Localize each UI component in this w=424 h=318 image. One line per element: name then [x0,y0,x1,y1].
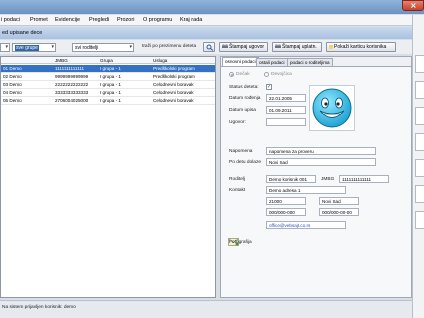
tab-content: Dečak Devojčica Status deteta: ✓ Datum r… [221,66,411,297]
photo-label: Fotografija [229,240,252,245]
search-button[interactable] [203,42,215,52]
pickup-field[interactable]: Novi Sad [266,158,376,166]
form-title: ed upisane dece [2,30,43,36]
column-header-service[interactable]: Usluga [153,58,167,63]
parent-jmbg-field[interactable]: 1111111111111 [339,175,389,183]
card-icon [329,45,333,49]
search-label: traži po prezimenu deteta [142,44,197,49]
chevron-down-icon: ▾ [51,44,54,50]
window-titlebar: × [0,0,424,14]
toolbar: ▾ sve grupe ▾ svi roditelji ▾ traži po pre… [0,40,412,54]
note-field[interactable]: napomena za proveru [266,147,376,155]
note-label: Napomena [229,149,253,154]
tab-podaci-o-roditeljima[interactable]: podaci o roditeljima [287,58,333,66]
menu-item-o-programu[interactable]: O programu [143,17,172,23]
dock-button-4[interactable] [415,133,424,151]
contract-field[interactable] [266,118,306,126]
print-receipt-button[interactable]: Štampaj uplatn. [272,42,322,52]
birth-date-field[interactable]: 22.01.2005 [266,94,306,102]
parent-jmbg-label: JMBG [321,177,335,182]
show-user-card-button[interactable]: Pokaži karticu korisnika [326,42,396,52]
gender-male-label: Dečak [236,72,250,77]
dock-button-6[interactable] [415,185,424,203]
pickup-label: Po detu dolaze [229,160,262,165]
table-row[interactable]: 03 Demo 2222222222222 I grupa - 1 Celodn… [1,81,215,89]
group-filter-combo[interactable]: sve grupe ▾ [12,43,56,52]
enroll-date-field[interactable]: 01.09.2011 [266,106,306,114]
status-text: Na sistem prijavljen korisnik: demo [2,305,76,310]
contract-label: Ugovor: [229,120,246,125]
window-close-button[interactable]: × [402,0,424,11]
detail-tabs: osnovni podaci ostali podaci podaci o ro… [221,57,411,66]
menu-item-kraj-rada[interactable]: Kraj rada [180,17,202,23]
menu-bar: i podaci Promet Evidencije Pregledi Proz… [0,15,412,26]
gender-female-label: Devojčica [271,72,292,77]
table-row[interactable]: 02 Demo 9999999999999 I grupa - 1 Predšk… [1,73,215,81]
table-row[interactable]: 05 Demo 2706004025000 I grupa - 1 Celodn… [1,97,215,105]
chevron-down-icon: ▾ [5,44,8,50]
dock-button-2[interactable] [415,81,424,99]
form-title-bar: ed upisane dece [0,27,412,39]
tab-ostali-podaci[interactable]: ostali podaci [256,58,288,66]
status-label: Status deteta: [229,85,259,90]
status-bar: Na sistem prijavljen korisnik: demo [0,300,412,318]
gender-female-radio[interactable] [264,72,269,77]
filter-combo-1[interactable]: ▾ [0,43,10,52]
menu-item-podaci[interactable]: i podaci [1,17,20,23]
birth-date-label: Datum rođenja [229,96,261,101]
print-icon [222,43,228,49]
column-header-group[interactable]: Grupa [100,58,113,63]
status-checkbox[interactable]: ✓ [266,84,272,90]
dock-button-3[interactable] [415,107,424,125]
children-table[interactable]: JMBG Grupa Usluga 01 Demo 1111111111111 … [0,56,216,298]
table-row[interactable]: 01 Demo 1111111111111 I grupa - 1 Predšk… [1,65,215,73]
parent-field[interactable]: Demo korisnik 001 [266,175,316,183]
table-row[interactable]: 04 Demo 3333333333333 I grupa - 1 Celodn… [1,89,215,97]
menu-item-prozori[interactable]: Prozori [117,17,134,23]
search-icon [206,44,214,51]
address-field[interactable]: Demo adresa 1 [266,186,346,194]
smiley-icon [312,88,352,128]
child-photo [309,85,355,131]
enroll-date-label: Datum upisa [229,108,256,113]
right-dock [412,15,424,318]
zip-field[interactable]: 21000 [266,197,306,205]
print-icon [275,43,281,49]
close-icon: × [410,1,417,10]
table-header: JMBG Grupa Usluga [1,57,215,64]
menu-item-promet[interactable]: Promet [30,17,48,23]
phone-field[interactable]: 000/000-000 [266,208,306,216]
chevron-down-icon: ▾ [129,44,132,50]
mobile-field[interactable]: 000/000-00-00 [319,208,359,216]
dock-button-7[interactable] [415,211,424,229]
dock-button-5[interactable] [415,159,424,177]
gender-male-radio[interactable] [229,72,234,77]
menu-item-evidencije[interactable]: Evidencije [55,17,80,23]
city-field[interactable]: Novi Sad [319,197,359,205]
menu-item-pregledi[interactable]: Pregledi [89,17,109,23]
email-field[interactable]: office@vebsajt.co.rs [266,221,346,229]
parent-label: Roditelj [229,177,245,182]
dock-button-1[interactable] [415,55,424,73]
contact-label: Kontakt [229,188,246,193]
tab-osnovni-podaci[interactable]: osnovni podaci [222,57,259,66]
parent-filter-combo[interactable]: svi roditelji ▾ [72,43,134,52]
print-contract-button[interactable]: Štampaj ugovor [219,42,268,52]
column-header-jmbg[interactable]: JMBG [55,58,68,63]
detail-panel: osnovni podaci ostali podaci podaci o ro… [220,56,412,298]
